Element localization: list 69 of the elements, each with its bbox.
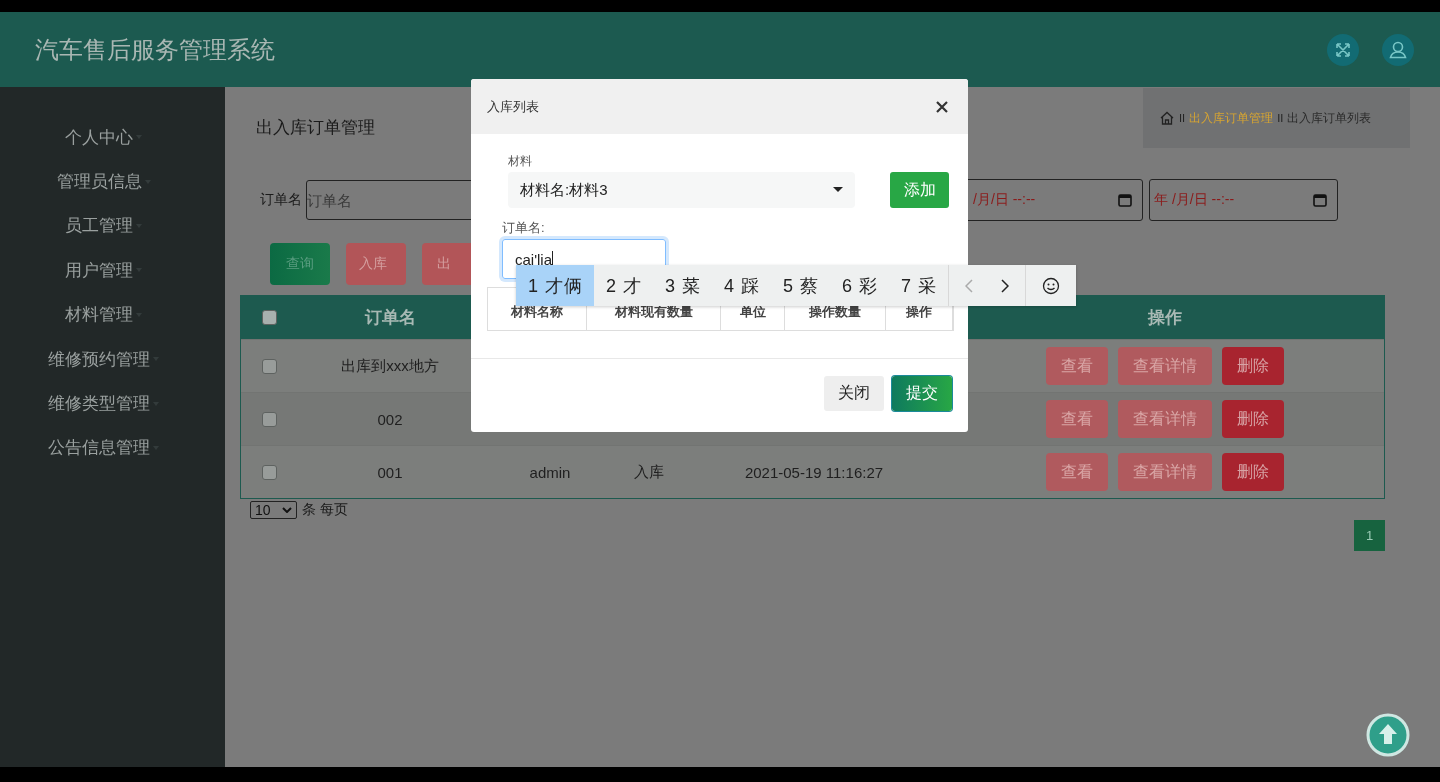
add-button[interactable]: 添加 <box>890 172 949 208</box>
ime-candidate[interactable]: 4 踩 <box>712 265 772 306</box>
sidebar-item[interactable]: 公告信息管理 <box>48 436 150 460</box>
select-all-checkbox[interactable] <box>261 310 277 325</box>
column-header: 操作 <box>1148 307 1182 329</box>
user-icon[interactable] <box>1382 33 1414 66</box>
table-cell: 001 <box>377 463 403 481</box>
row-checkbox[interactable] <box>261 464 277 480</box>
sidebar-item[interactable]: 用户管理 <box>65 258 133 282</box>
table-cell: 2021-05-19 11:16:27 <box>744 463 884 481</box>
ime-candidate[interactable]: 7 采 <box>889 265 949 306</box>
sidebar-item[interactable]: 维修预约管理 <box>48 347 150 371</box>
row-checkbox[interactable] <box>261 358 277 374</box>
column-header: 材料现有数量 <box>614 303 693 321</box>
column-header: 订单名 <box>364 307 416 329</box>
chevron-down-icon <box>282 507 292 513</box>
table-cell: 入库 <box>634 462 664 482</box>
home-icon[interactable] <box>1159 110 1175 126</box>
search-label: 订单名 <box>260 191 302 209</box>
table-cell: admin <box>529 463 571 481</box>
page-size-select[interactable]: 10 <box>250 501 297 519</box>
page-size-label: 条 每页 <box>302 501 348 519</box>
ime-candidate[interactable]: 1 才俩 <box>516 265 594 306</box>
close-icon[interactable] <box>936 100 948 113</box>
sidebar-item[interactable]: 员工管理 <box>65 214 133 238</box>
calendar-icon[interactable] <box>1118 193 1132 207</box>
submit-button[interactable]: 提交 <box>892 376 952 411</box>
smiley-icon[interactable] <box>1042 276 1061 295</box>
view-button[interactable]: 查看 <box>1046 347 1108 385</box>
view-button[interactable]: 查看 <box>1046 453 1108 491</box>
breadcrumb-link[interactable]: 出入库订单管理 <box>1189 109 1274 127</box>
view-button[interactable]: 查看详情 <box>1118 400 1212 438</box>
date-placeholder: /月/日 --:-- <box>973 191 1036 209</box>
delete-button[interactable]: 删除 <box>1222 400 1284 438</box>
delete-button[interactable]: 删除 <box>1222 453 1284 491</box>
view-button[interactable]: 查看详情 <box>1118 347 1212 385</box>
sidebar-item[interactable]: 个人中心 <box>65 125 133 149</box>
row-checkbox[interactable] <box>261 411 277 427</box>
date-placeholder: 年 /月/日 --:-- <box>1154 191 1235 209</box>
table-cell: 出库到xxx地方 <box>341 356 439 376</box>
view-button[interactable]: 查看详情 <box>1118 453 1212 491</box>
material-select[interactable]: 材料名:材料3 <box>508 172 855 208</box>
caret-icon <box>833 187 843 193</box>
column-header: 材料名称 <box>511 303 563 321</box>
sidebar-item[interactable]: 材料管理 <box>65 303 133 327</box>
breadcrumb-separator: II <box>1179 112 1186 124</box>
breadcrumb-separator: II <box>1277 112 1284 124</box>
page-title: 出入库订单管理 <box>256 117 375 139</box>
sidebar-item[interactable]: 维修类型管理 <box>48 392 150 416</box>
close-button[interactable]: 关闭 <box>824 376 884 411</box>
app-title: 汽车售后服务管理系统 <box>35 34 275 65</box>
scroll-top-icon[interactable] <box>1366 713 1410 757</box>
column-header: 操作数量 <box>809 303 861 321</box>
table-cell: 002 <box>377 410 403 428</box>
delete-button[interactable]: 删除 <box>1222 347 1284 385</box>
page-button[interactable]: 1 <box>1354 520 1385 551</box>
sidebar-item[interactable]: 管理员信息 <box>56 170 142 194</box>
ime-candidate[interactable]: 5 蔡 <box>771 265 831 306</box>
view-button[interactable]: 查看 <box>1046 400 1108 438</box>
field-label: 材料 <box>508 153 532 170</box>
modal-title: 入库列表 <box>487 97 539 116</box>
column-header: 单位 <box>739 303 766 321</box>
fullscreen-icon[interactable] <box>1327 33 1359 66</box>
breadcrumb-current: 出入库订单列表 <box>1287 109 1372 127</box>
column-header: 操作 <box>906 303 932 321</box>
field-label: 订单名: <box>502 219 545 237</box>
ime-candidate[interactable]: 6 彩 <box>830 265 890 306</box>
calendar-icon[interactable] <box>1313 193 1327 207</box>
chevron-right-icon[interactable] <box>1001 278 1010 293</box>
